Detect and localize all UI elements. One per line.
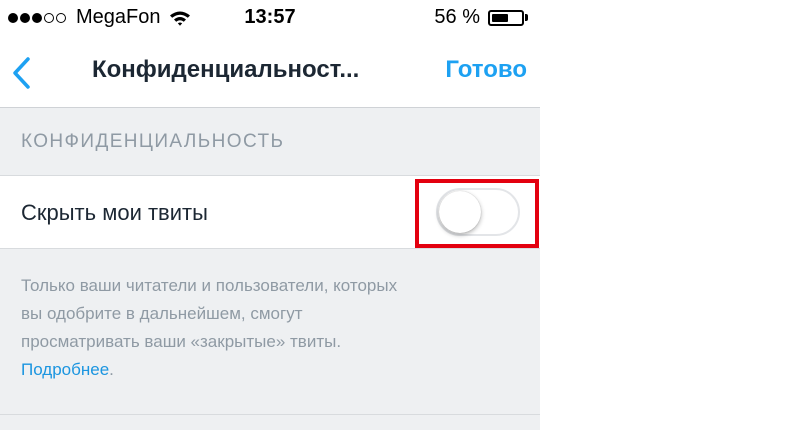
learn-more-link[interactable]: Подробнее	[21, 360, 109, 379]
status-right: 56 %	[434, 6, 528, 29]
phone-screen: MegaFon 13:57 56 % Конфиденциальност... …	[0, 0, 540, 430]
battery-tip	[525, 14, 528, 21]
footer-line: Только ваши читатели и пользователи, кот…	[21, 276, 398, 295]
section-header: КОНФИДЕНЦИАЛЬНОСТЬ	[21, 131, 285, 152]
footer-period: .	[109, 360, 114, 379]
battery-level-fill	[492, 13, 508, 22]
divider	[0, 414, 540, 415]
battery-percent: 56 %	[434, 6, 480, 28]
battery-icon	[488, 9, 524, 26]
status-bar: MegaFon 13:57 56 %	[0, 0, 540, 36]
footer-line: вы одобрите в дальнейшем, смогут	[21, 304, 303, 323]
section-footer: Только ваши читатели и пользователи, кот…	[21, 272, 521, 384]
protect-tweets-label: Скрыть мои твиты	[21, 200, 208, 225]
highlight-box	[415, 179, 539, 248]
page-title: Конфиденциальност...	[92, 56, 360, 83]
done-button[interactable]: Готово	[445, 56, 527, 84]
back-chevron-icon[interactable]	[8, 56, 38, 90]
navigation-bar: Конфиденциальност... Готово	[0, 36, 540, 108]
footer-line: просматривать ваши «закрытые» твиты.	[21, 332, 342, 351]
